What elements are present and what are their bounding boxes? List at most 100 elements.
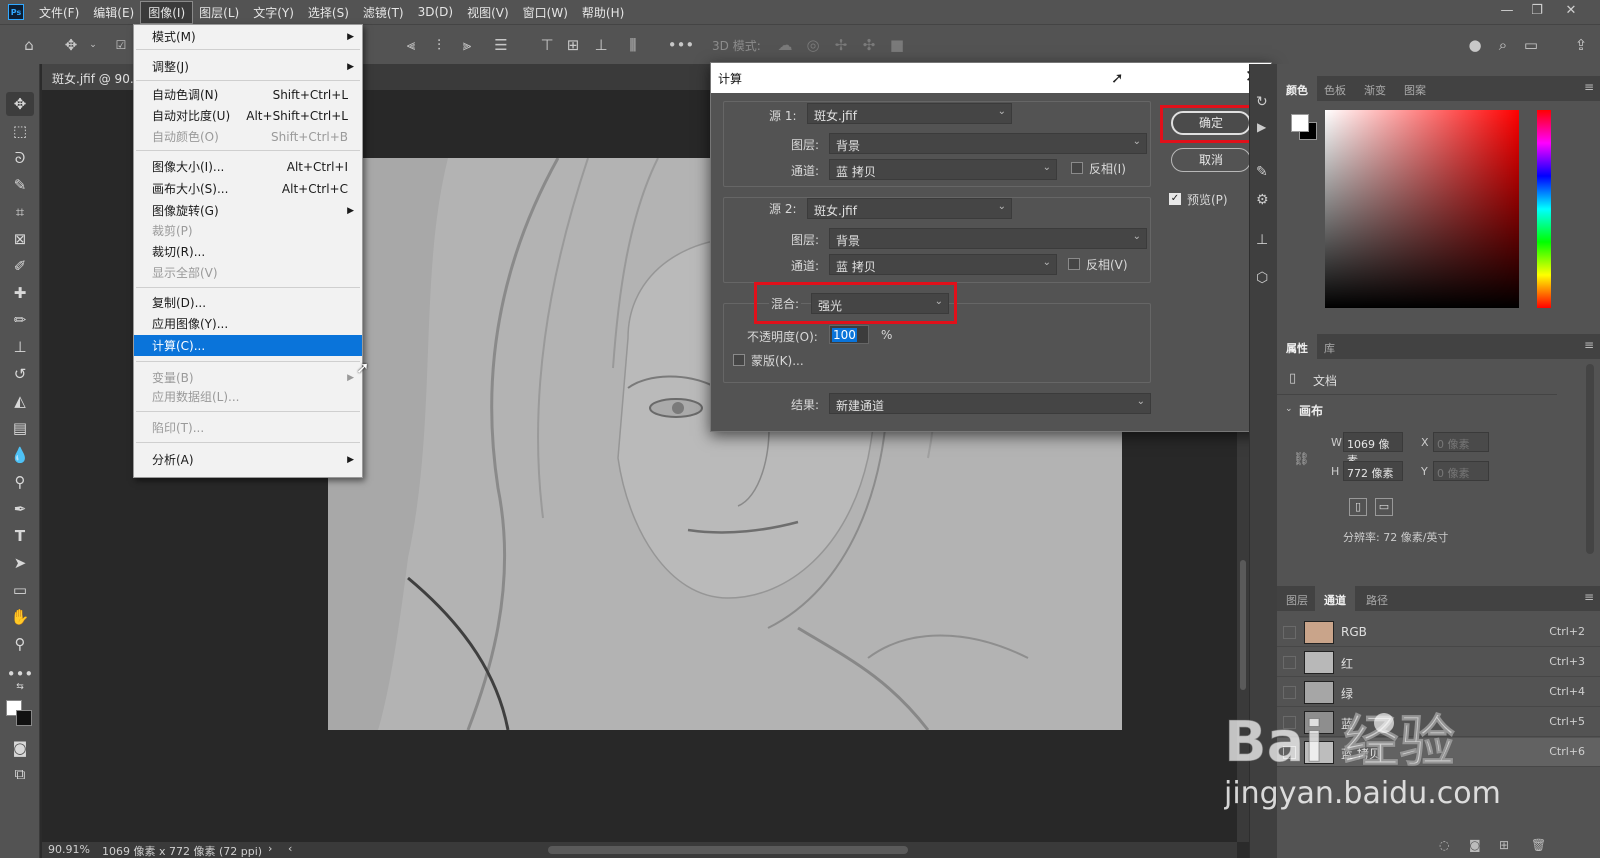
tab-gradients[interactable]: 渐变 [1355,76,1395,101]
path-selection-tool-icon[interactable]: ➤ [6,551,34,575]
align-bottom-icon[interactable]: ⊥ [588,25,614,65]
visibility-toggle[interactable] [1283,746,1296,759]
dodge-tool-icon[interactable]: ⚲ [6,470,34,494]
search-icon[interactable]: ⌕ [1490,25,1516,65]
3d-slide-icon[interactable]: ✣ [856,25,882,65]
menu-3d[interactable]: 3D(D) [411,3,460,21]
panel-menu-icon[interactable]: ≡ [1584,590,1594,604]
portrait-orientation-icon[interactable]: ▯ [1349,498,1367,516]
frame-tool-icon[interactable]: ⊠ [6,227,34,251]
menu-item-calculations[interactable]: 计算(C)... [134,335,362,356]
align-top-icon[interactable]: ⊤ [534,25,560,65]
menu-item-image-size[interactable]: 图像大小(I)... Alt+Ctrl+I [134,156,362,177]
distribute-vertical-icon[interactable]: ⫼ [620,25,646,65]
visibility-toggle[interactable] [1283,716,1296,729]
source1-layer-select[interactable]: 背景 ⌄ [829,133,1147,154]
menu-layer[interactable]: 图层(L) [192,2,246,23]
opacity-input[interactable]: 100 [829,325,869,344]
menu-file[interactable]: 文件(F) [32,2,86,23]
link-icon[interactable]: ⛓ [1293,452,1310,467]
align-middle-icon[interactable]: ⊞ [560,25,586,65]
tab-libraries[interactable]: 库 [1315,334,1344,359]
distribute-icon[interactable]: ☰ [488,25,514,65]
visibility-toggle[interactable] [1283,656,1296,669]
menu-item-mode[interactable]: 模式(M) ▶ [134,26,362,47]
fg-color-chip[interactable] [1291,114,1309,132]
save-selection-icon[interactable]: ◙ [1469,838,1481,852]
screen-mode-icon[interactable]: ⧉ [6,762,34,786]
more-options-icon[interactable]: ••• [668,25,695,65]
menu-item-apply-image[interactable]: 应用图像(Y)... [134,313,362,334]
clone-stamp-tool-icon[interactable]: ⊥ [6,335,34,359]
share-icon[interactable]: ⇪ [1568,25,1594,65]
status-arrow-icon[interactable]: › [268,842,272,855]
brush-settings-icon[interactable]: ✎ [1256,164,1268,180]
menu-item-auto-tone[interactable]: 自动色调(N) Shift+Ctrl+L [134,84,362,105]
history-icon[interactable]: ↻ [1256,94,1268,110]
channel-row[interactable]: 蓝 拷贝 Ctrl+6 [1277,738,1600,767]
brush-tool-icon[interactable]: ✏ [6,308,34,332]
tab-properties[interactable]: 属性 [1277,334,1317,359]
zoom-level[interactable]: 90.91% [48,843,90,856]
source1-invert-checkbox[interactable] [1071,162,1083,174]
dialog-titlebar[interactable]: 计算 ➚ ✕ [711,63,1271,93]
source2-invert-checkbox[interactable] [1068,258,1080,270]
source2-file-select[interactable]: 斑女.jfif ⌄ [807,198,1012,219]
blur-tool-icon[interactable]: 💧 [6,443,34,467]
marquee-tool-icon[interactable]: ⬚ [6,119,34,143]
home-icon[interactable]: ⌂ [16,25,42,65]
menu-edit[interactable]: 编辑(E) [86,2,141,23]
tab-channels[interactable]: 通道 [1315,586,1355,611]
restore-icon[interactable]: ❐ [1522,0,1552,24]
menu-select[interactable]: 选择(S) [301,2,356,23]
channel-row[interactable]: RGB Ctrl+2 [1277,618,1600,647]
tab-layers[interactable]: 图层 [1277,586,1317,611]
workspace-icon[interactable]: ▭ [1518,25,1544,65]
menu-type[interactable]: 文字(Y) [246,2,301,23]
preview-checkbox[interactable]: ✓ [1169,193,1181,205]
align-left-icon[interactable]: ⫷ [398,25,424,65]
trash-icon[interactable]: 🗑 [1531,838,1546,852]
actions-play-icon[interactable]: ▶ [1257,120,1266,134]
source1-channel-select[interactable]: 蓝 拷贝 ⌄ [829,159,1057,180]
horizontal-scroll-thumb[interactable] [548,846,908,854]
cancel-button[interactable]: 取消 [1171,148,1251,172]
align-right-icon[interactable]: ⫸ [454,25,480,65]
landscape-orientation-icon[interactable]: ▭ [1375,498,1393,516]
x-field[interactable]: 0 像素 [1433,432,1489,452]
height-field[interactable]: 772 像素 [1343,461,1403,481]
visibility-toggle[interactable] [1283,686,1296,699]
source2-channel-select[interactable]: 蓝 拷贝 ⌄ [829,254,1057,275]
hue-slider[interactable] [1537,110,1551,308]
menu-item-duplicate[interactable]: 复制(D)... [134,292,362,313]
adjustments-icon[interactable]: ⚙ [1256,192,1269,208]
rectangle-tool-icon[interactable]: ▭ [6,578,34,602]
channel-row[interactable]: 绿 Ctrl+4 [1277,678,1600,707]
tab-patterns[interactable]: 图案 [1395,76,1435,101]
new-channel-icon[interactable]: ⊞ [1499,838,1509,852]
tab-swatches[interactable]: 色板 [1315,76,1355,101]
auto-select-checkbox-icon[interactable]: ☑ [108,25,134,65]
gradient-tool-icon[interactable]: ▤ [6,416,34,440]
tab-color[interactable]: 颜色 [1277,76,1317,101]
load-selection-icon[interactable]: ◌ [1439,838,1449,852]
menu-image[interactable]: 图像(I) [140,0,194,24]
history-brush-tool-icon[interactable]: ↺ [6,362,34,386]
panel-menu-icon[interactable]: ≡ [1584,338,1594,352]
3d-camera-icon[interactable]: ■ [884,25,910,65]
type-tool-icon[interactable]: T [6,524,34,548]
panel-menu-icon[interactable]: ≡ [1584,80,1594,94]
menu-item-canvas-size[interactable]: 画布大小(S)... Alt+Ctrl+C [134,178,362,199]
move-tool-icon[interactable]: ✥ [6,92,34,116]
stamp-icon[interactable]: ⊥ [1256,232,1268,248]
menu-filter[interactable]: 滤镜(T) [356,2,411,23]
menu-view[interactable]: 视图(V) [460,2,516,23]
quick-mask-icon[interactable]: ◙ [6,736,34,760]
properties-scrollbar[interactable] [1586,364,1594,554]
color-picker-field[interactable] [1325,110,1519,308]
menu-item-auto-contrast[interactable]: 自动对比度(U) Alt+Shift+Ctrl+L [134,105,362,126]
hand-tool-icon[interactable]: ✋ [6,605,34,629]
eraser-tool-icon[interactable]: ◭ [6,389,34,413]
healing-brush-tool-icon[interactable]: ✚ [6,281,34,305]
result-select[interactable]: 新建通道 ⌄ [829,393,1151,414]
